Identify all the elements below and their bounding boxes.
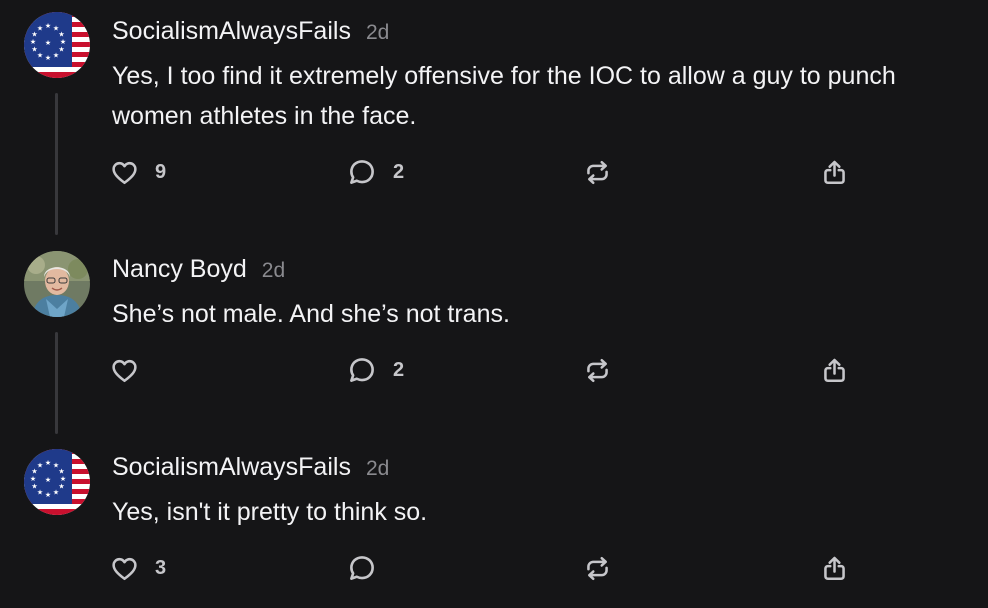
repost-icon [583,356,612,385]
timestamp: 2d [365,457,390,480]
timestamp: 2d [365,21,390,44]
like-count: 9 [155,160,167,183]
post-actions: 9 2 [0,155,988,189]
post-actions: 3 [0,551,988,585]
heart-icon [110,158,139,187]
post-text: Yes, I too find it extremely offensive f… [112,62,896,130]
username[interactable]: SocialismAlwaysFails [112,453,351,482]
share-icon [820,158,849,187]
timestamp: 2d [261,259,286,282]
reply-count: 2 [393,160,405,183]
post-actions: 2 [0,353,988,387]
share-button[interactable] [820,353,849,387]
betsy-ross-flag-avatar[interactable] [24,449,90,515]
reply-thread: SocialismAlwaysFails 2d Yes, I too find … [0,0,988,608]
like-button[interactable]: 9 [110,155,166,189]
like-button[interactable] [110,353,155,387]
reply-button[interactable]: 2 [347,353,404,387]
like-button[interactable]: 3 [110,551,166,585]
post-text: Yes, isn't it pretty to think so. [112,498,428,526]
share-button[interactable] [820,551,849,585]
username[interactable]: SocialismAlwaysFails [112,17,351,46]
post-header: SocialismAlwaysFails 2d [112,17,389,49]
like-count: 3 [155,556,167,579]
share-icon [820,554,849,583]
post-header: SocialismAlwaysFails 2d [112,453,389,485]
post-text: She’s not male. And she’s not trans. [112,300,510,328]
post: SocialismAlwaysFails 2d Yes, I too find … [0,17,988,235]
comment-bubble-icon [347,157,377,187]
repost-button[interactable] [583,155,612,189]
reply-button[interactable]: 2 [347,155,404,189]
reply-button[interactable] [347,551,393,585]
repost-icon [583,158,612,187]
post-header: Nancy Boyd 2d [112,255,285,287]
comment-bubble-icon [347,553,377,583]
reply-count: 2 [393,358,405,381]
share-icon [820,356,849,385]
heart-icon [110,356,139,385]
comment-bubble-icon [347,355,377,385]
heart-icon [110,554,139,583]
post: SocialismAlwaysFails 2d Yes, isn't it pr… [0,453,988,603]
photo-avatar[interactable] [24,251,90,317]
repost-button[interactable] [583,551,612,585]
share-button[interactable] [820,155,849,189]
repost-button[interactable] [583,353,612,387]
repost-icon [583,554,612,583]
betsy-ross-flag-avatar[interactable] [24,12,90,78]
post: Nancy Boyd 2d She’s not male. And she’s … [0,255,988,445]
username[interactable]: Nancy Boyd [112,255,247,284]
